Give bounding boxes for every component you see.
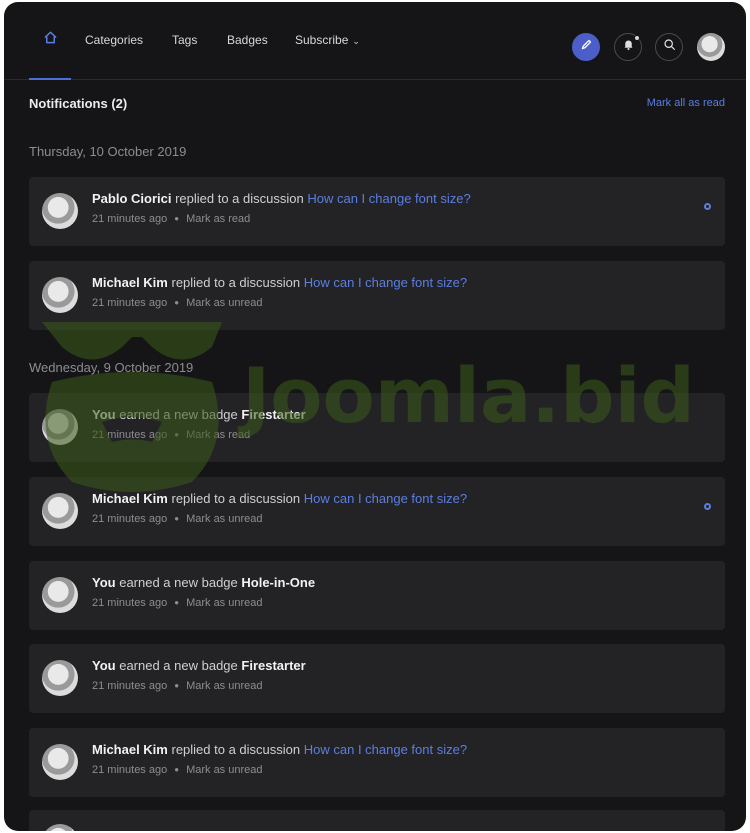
notification-meta: 21 minutes ago ● Mark as read [92,213,250,225]
notification-text: You earned a new badge Firestarter [92,407,306,422]
notification-action: earned a new badge [119,407,238,422]
notification-indicator [634,35,640,41]
avatar [42,493,78,529]
nav-categories[interactable]: Categories [85,33,143,47]
discussion-link[interactable]: How can I change font size? [304,275,467,290]
avatar [42,660,78,696]
notification-action: earned a new badge [119,575,238,590]
separator-dot: ● [174,214,180,223]
chevron-down-icon: ⌄ [352,36,360,46]
notification-meta: 21 minutes ago ● Mark as unread [92,597,263,609]
mark-all-read-link[interactable]: Mark all as read [647,97,725,109]
notification-card[interactable]: Pablo Ciorici replied to a discussion Ho… [29,177,725,246]
notification-card[interactable]: Michael Kim replied to a discussion How … [29,477,725,546]
notification-meta: 21 minutes ago ● Mark as read [92,429,250,441]
notification-action: earned a new badge [119,658,238,673]
notification-text: Michael Kim replied to a discussion How … [92,742,467,757]
notification-action: replied to a discussion [171,742,301,757]
notification-time: 21 minutes ago [92,597,168,609]
mark-read-toggle[interactable]: Mark as unread [186,597,262,609]
notification-time: 21 minutes ago [92,764,168,776]
nav-tags[interactable]: Tags [172,33,197,47]
top-nav: Categories Tags Badges Subscribe ⌄ [4,2,746,80]
badge-name: Firestarter [241,407,306,422]
notification-card[interactable]: You earned a new badge Firestarter 21 mi… [29,644,725,713]
notification-text: Pablo Ciorici replied to a discussion Ho… [92,191,471,206]
notification-card[interactable] [29,810,725,831]
notification-actor: You [92,658,116,673]
notification-time: 21 minutes ago [92,513,168,525]
notification-meta: 21 minutes ago ● Mark as unread [92,513,263,525]
discussion-link[interactable]: How can I change font size? [307,191,470,206]
user-avatar[interactable] [697,33,725,61]
notification-meta: 21 minutes ago ● Mark as unread [92,764,263,776]
badge-name: Hole-in-One [241,575,316,590]
avatar [42,409,78,445]
unread-indicator [704,203,711,210]
nav-home[interactable] [29,2,71,80]
separator-dot: ● [174,681,180,690]
notification-text: You earned a new badge Hole-in-One [92,575,315,590]
nav-subscribe-label: Subscribe [295,33,349,47]
app-window: Categories Tags Badges Subscribe ⌄ Notifi… [4,2,746,831]
mark-read-toggle[interactable]: Mark as read [186,429,250,441]
discussion-link[interactable]: How can I change font size? [304,742,467,757]
notification-text: You earned a new badge Firestarter [92,658,306,673]
separator-dot: ● [174,298,180,307]
search-button[interactable] [655,33,683,61]
badge-name: Firestarter [241,658,306,673]
bell-icon [622,38,635,56]
avatar [42,193,78,229]
separator-dot: ● [174,598,180,607]
notifications-button[interactable] [614,33,642,61]
notification-time: 21 minutes ago [92,213,168,225]
mark-read-toggle[interactable]: Mark as read [186,213,250,225]
notification-text: Michael Kim replied to a discussion How … [92,491,467,506]
search-icon [663,38,676,56]
date-group-label: Wednesday, 9 October 2019 [29,360,194,375]
notification-text: Michael Kim replied to a discussion How … [92,275,467,290]
date-group-label: Thursday, 10 October 2019 [29,144,187,159]
discussion-link[interactable]: How can I change font size? [304,491,467,506]
avatar [42,744,78,780]
nav-badges[interactable]: Badges [227,33,268,47]
notification-meta: 21 minutes ago ● Mark as unread [92,297,263,309]
notification-card[interactable]: Michael Kim replied to a discussion How … [29,728,725,797]
nav-subscribe[interactable]: Subscribe ⌄ [295,33,360,47]
avatar [42,824,78,831]
separator-dot: ● [174,514,180,523]
notification-card[interactable]: You earned a new badge Hole-in-One 21 mi… [29,561,725,630]
notification-actor: You [92,575,116,590]
avatar [42,277,78,313]
separator-dot: ● [174,430,180,439]
mark-read-toggle[interactable]: Mark as unread [186,680,262,692]
notification-time: 21 minutes ago [92,680,168,692]
notification-time: 21 minutes ago [92,297,168,309]
notification-actor: Pablo Ciorici [92,191,172,206]
notification-actor: Michael Kim [92,742,168,757]
mark-read-toggle[interactable]: Mark as unread [186,764,262,776]
home-icon [43,30,58,50]
compose-button[interactable] [572,33,600,61]
notification-time: 21 minutes ago [92,429,168,441]
notification-actor: Michael Kim [92,275,168,290]
page-title: Notifications (2) [29,96,128,111]
pencil-icon [580,38,593,56]
notification-actor: You [92,407,116,422]
notification-action: replied to a discussion [171,275,301,290]
notification-action: replied to a discussion [171,491,301,506]
notification-card[interactable]: You earned a new badge Firestarter 21 mi… [29,393,725,462]
notification-action: replied to a discussion [175,191,304,206]
mark-read-toggle[interactable]: Mark as unread [186,513,262,525]
notification-meta: 21 minutes ago ● Mark as unread [92,680,263,692]
mark-read-toggle[interactable]: Mark as unread [186,297,262,309]
notification-card[interactable]: Michael Kim replied to a discussion How … [29,261,725,330]
notification-actor: Michael Kim [92,491,168,506]
unread-indicator [704,503,711,510]
separator-dot: ● [174,765,180,774]
avatar [42,577,78,613]
